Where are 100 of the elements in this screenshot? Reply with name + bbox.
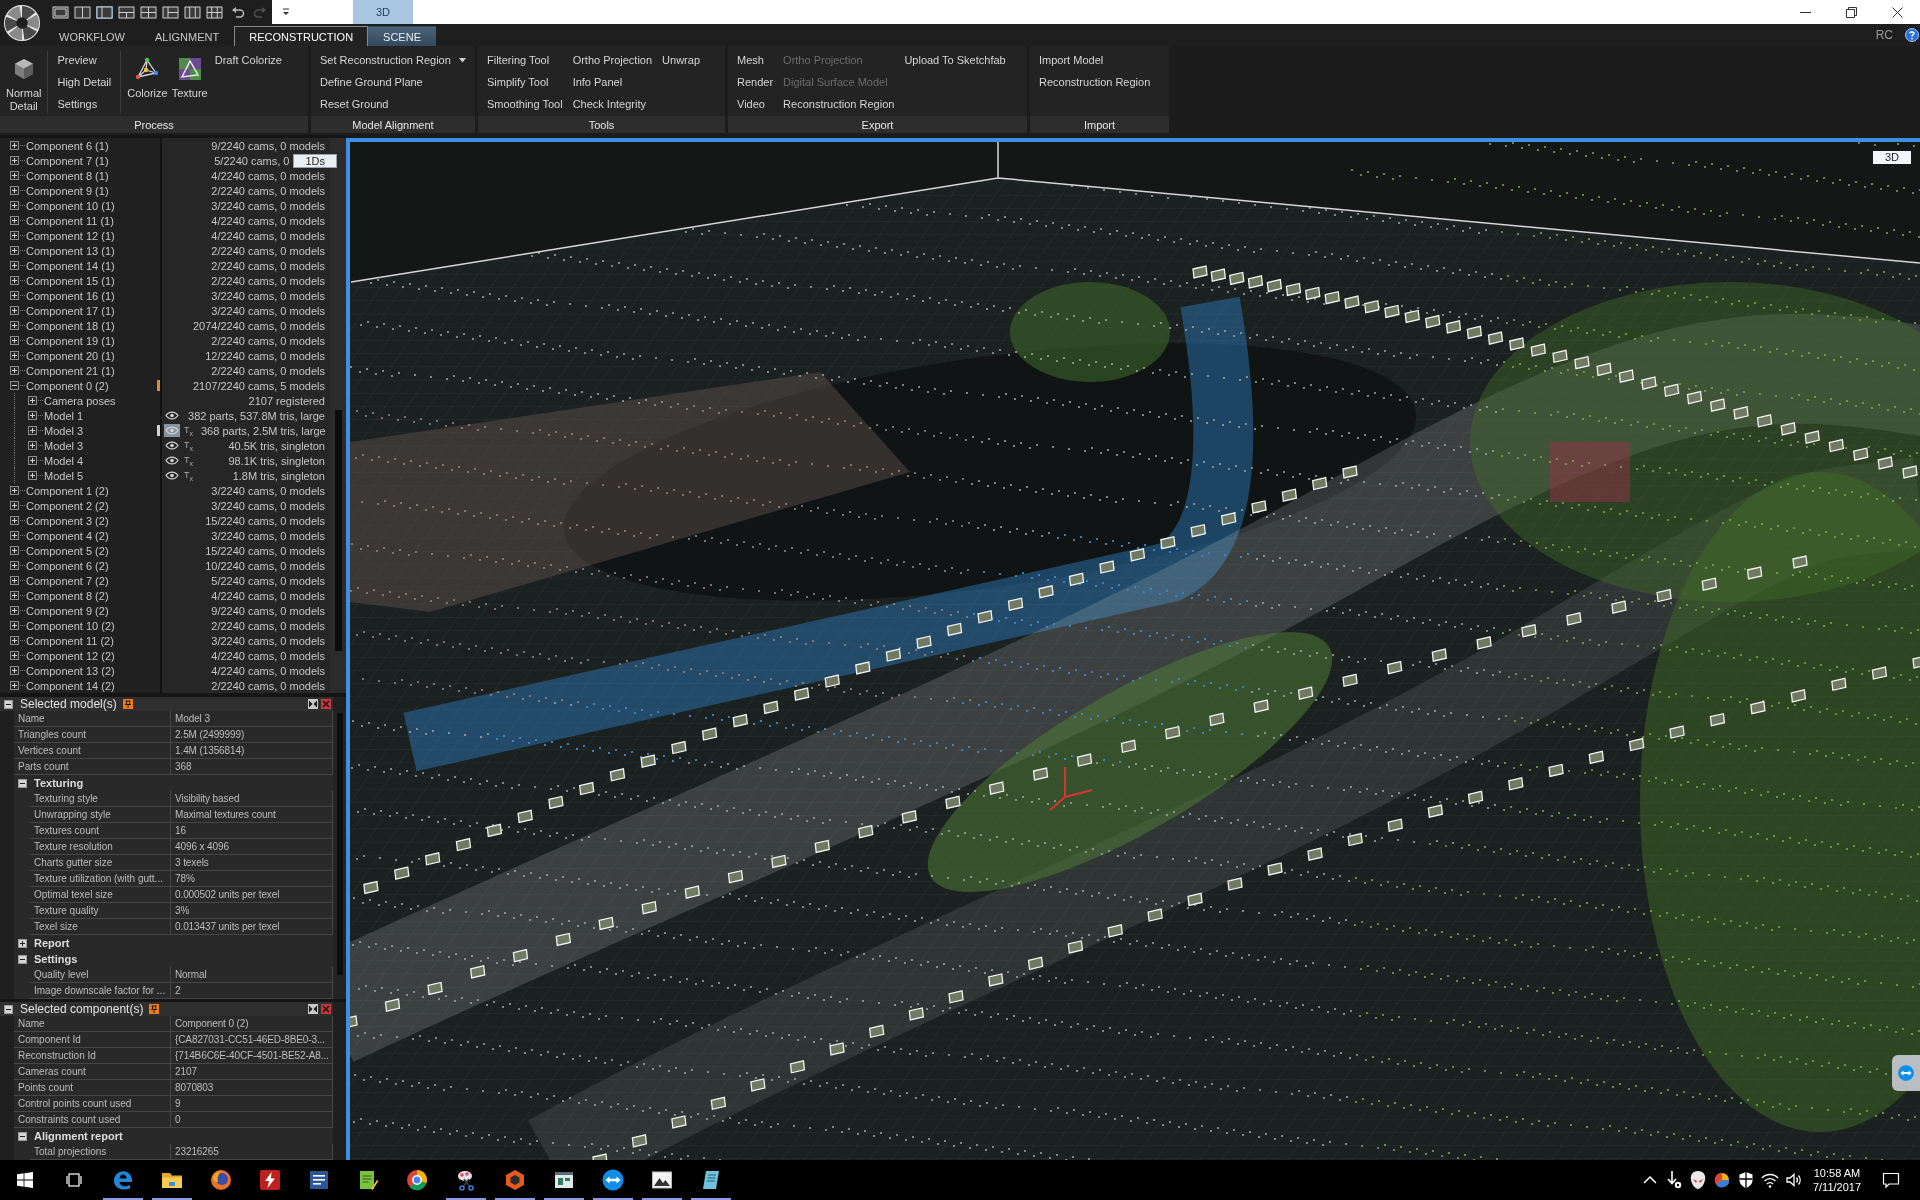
expand-icon[interactable] [10,486,19,495]
close-icon[interactable] [1891,6,1903,18]
pin-icon[interactable] [122,699,133,709]
tree-item[interactable]: Component 7 (2) [26,574,109,587]
tree-item[interactable]: Component 10 (2) [26,619,115,632]
aperture-icon[interactable] [3,4,41,42]
collapse-icon[interactable] [4,1004,13,1014]
expand-icon[interactable] [10,576,19,585]
ribbon-button[interactable]: Ortho Projection [567,49,658,71]
ribbon-button[interactable]: Unwrap [657,49,705,71]
tree-item[interactable]: Component 3 (2) [26,514,109,527]
expand-icon[interactable] [10,171,19,180]
collapse-icon[interactable] [10,381,19,390]
tree-item[interactable]: Model 4 [44,454,84,467]
expand-icon[interactable] [10,546,19,555]
expand-icon[interactable] [10,531,19,540]
layout-icon[interactable] [184,5,201,19]
section-title[interactable]: Texturing [34,777,84,789]
maximize-icon[interactable] [308,699,318,709]
collapse-icon[interactable] [18,954,27,964]
notification-icon[interactable] [1882,1171,1900,1189]
ribbon-button[interactable]: Filtering Tool [482,49,568,71]
task-view-icon[interactable] [65,1172,82,1188]
ribbon-button[interactable]: Reconstruction Region [778,93,900,115]
tree-item[interactable]: Component 21 (1) [26,364,115,377]
caret-icon[interactable] [280,6,292,18]
tree-item[interactable]: Component 6 (1) [26,139,109,152]
tree-item[interactable]: Component 17 (1) [26,304,115,317]
layout-icon[interactable] [140,5,157,19]
ribbon-button[interactable]: Reconstruction Region [1034,71,1156,93]
tree-item[interactable]: Component 12 (2) [26,649,115,662]
tree-item[interactable]: Component 8 (1) [26,169,109,182]
tree-item[interactable]: Component 11 (1) [26,214,114,227]
maximize-icon[interactable] [308,1004,318,1014]
scrollbar-thumb[interactable] [335,410,342,651]
ribbon-button[interactable]: High Detail [52,71,117,93]
clock-date[interactable]: 7/11/2017 [1812,1180,1862,1194]
globe-icon[interactable] [208,1168,233,1192]
tree-item[interactable]: Component 20 (1) [26,349,115,362]
bolt-icon[interactable] [257,1168,282,1192]
collapse-icon[interactable] [18,1131,27,1141]
layout-icon[interactable] [162,5,179,19]
expand-icon[interactable] [10,621,19,630]
expand-icon[interactable] [28,471,37,480]
tree-item[interactable]: Component 10 (1) [26,199,115,212]
tree-item[interactable]: Component 0 (2) [26,379,109,392]
tree-item[interactable]: Component 18 (1) [26,319,115,332]
tree-item[interactable]: Model 3 [44,424,84,437]
section-title[interactable]: Settings [34,953,78,965]
tree-item[interactable]: Component 2 (2) [26,499,109,512]
eye-icon[interactable] [164,454,180,467]
ribbon-tab[interactable]: RECONSTRUCTION [234,26,369,46]
expand-icon[interactable] [10,336,19,345]
eye-icon[interactable] [164,469,180,482]
ribbon-button[interactable]: Define Ground Plane [315,71,471,93]
section-title[interactable]: Alignment report [34,1130,123,1142]
ribbon-button[interactable]: Info Panel [567,71,658,93]
tree-item[interactable]: Component 15 (1) [26,274,115,287]
expand-icon[interactable] [10,606,19,615]
section-title[interactable]: Report [34,937,70,949]
expand-icon[interactable] [10,501,19,510]
undo-icon[interactable] [231,6,245,18]
layout-icon[interactable] [96,5,113,19]
ribbon-button[interactable]: Normal Detail [4,49,44,113]
expand-icon[interactable] [10,156,19,165]
tree-item[interactable]: Component 5 (2) [26,544,109,557]
ribbon-button[interactable]: Import Model [1034,49,1156,71]
ribbon-button[interactable]: Preview [52,49,117,71]
expand-icon[interactable] [10,291,19,300]
tree-item[interactable]: Component 8 (2) [26,589,109,602]
ribbon-button[interactable]: Video [732,93,779,115]
tree-item[interactable]: Component 12 (1) [26,229,115,242]
layout-icon[interactable] [118,5,135,19]
expand-icon[interactable] [10,276,19,285]
eye-icon[interactable] [164,409,180,422]
expand-icon[interactable] [10,201,19,210]
expand-icon[interactable] [10,141,19,150]
expand-icon[interactable] [10,561,19,570]
ribbon-button[interactable]: Texture [169,49,210,100]
tree-item[interactable]: Model 3 [44,439,84,452]
expand-icon[interactable] [10,591,19,600]
tree-item[interactable]: Component 16 (1) [26,289,115,302]
side-panel-tab[interactable] [1892,1055,1920,1091]
tree-item[interactable]: Component 14 (1) [26,259,115,272]
ribbon-button[interactable]: Draft Colorize [209,49,287,71]
start-icon[interactable] [16,1172,33,1188]
viewport[interactable]: 3D [346,138,1920,1160]
expand-icon[interactable] [10,306,19,315]
tree-item[interactable]: Component 4 (2) [26,529,109,542]
expand-icon[interactable] [28,396,37,405]
layout-icon[interactable] [206,5,223,19]
expand-icon[interactable] [18,938,27,948]
expand-icon[interactable] [10,366,19,375]
help-icon[interactable] [1905,28,1919,42]
clock-time[interactable]: 10:58 AM [1813,1166,1861,1180]
layout-icon[interactable] [74,5,91,19]
expand-icon[interactable] [10,666,19,675]
ribbon-button[interactable]: Simplify Tool [482,71,568,93]
tree-item[interactable]: Component 1 (2) [26,484,109,497]
eye-icon[interactable] [164,439,180,452]
